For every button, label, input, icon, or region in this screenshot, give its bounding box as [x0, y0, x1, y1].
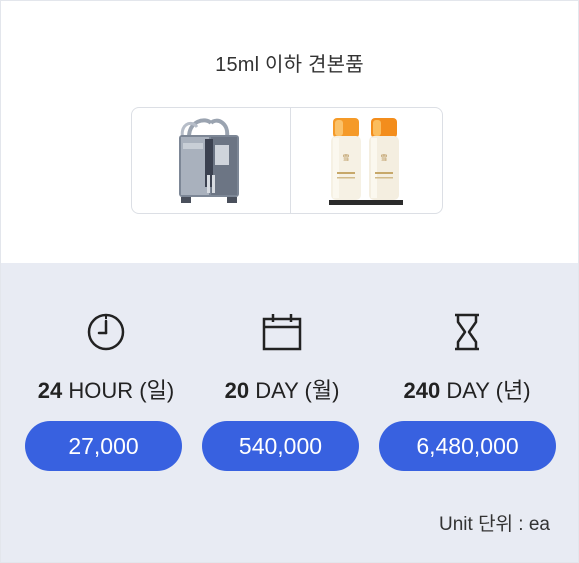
- clock-icon: [86, 312, 126, 352]
- calendar-icon: [262, 312, 302, 352]
- product-title: 15ml 이하 견본품: [215, 54, 364, 76]
- monthly-capacity-value: 540,000: [202, 421, 359, 471]
- capacity-panel: 24 HOUR (일) 20 DAY (월) 240 DAY (년) 27,00…: [1, 263, 578, 562]
- stat-period-daily: 24 HOUR (일): [37, 378, 175, 403]
- stat-period-yearly: 240 DAY (년): [403, 378, 531, 403]
- stat-period-monthly: 20 DAY (월): [224, 378, 340, 403]
- production-capacity-card: 15ml 이하 견본품 雪 雪 24 HOUR (일) 20 DAY (월) 2…: [0, 0, 579, 563]
- hourglass-icon: [447, 312, 487, 352]
- unit-note: Unit 단위 : ea: [439, 514, 550, 535]
- yearly-capacity-value: 6,480,000: [379, 421, 556, 471]
- daily-capacity-value: 27,000: [25, 421, 182, 471]
- product-image-box: 雪 雪: [131, 107, 443, 214]
- machine-image: [132, 108, 290, 213]
- svg-text:雪: 雪: [342, 154, 349, 162]
- product-section: 15ml 이하 견본품 雪 雪: [1, 1, 578, 263]
- sample-bottles-image: 雪 雪: [290, 108, 442, 213]
- svg-text:雪: 雪: [380, 154, 387, 162]
